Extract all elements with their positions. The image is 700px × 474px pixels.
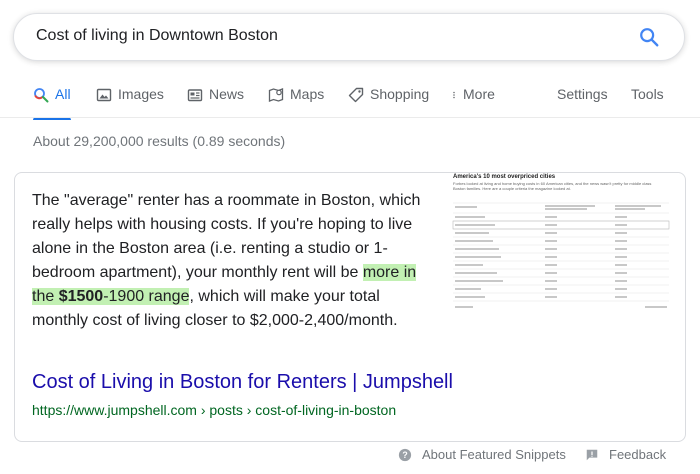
search-input[interactable]: Cost of living in Downtown Boston — [36, 27, 278, 45]
tab-shopping[interactable]: Shopping — [348, 86, 429, 116]
about-label: About Featured Snippets — [422, 447, 566, 462]
search-box[interactable]: Cost of living in Downtown Boston — [13, 13, 685, 61]
result-title-link[interactable]: Cost of Living in Boston for Renters | J… — [32, 371, 453, 394]
tab-images[interactable]: Images — [96, 86, 164, 116]
tag-icon — [348, 87, 364, 103]
thumbnail-table — [452, 202, 670, 308]
feedback-link[interactable]: Feedback — [585, 447, 666, 462]
tab-more[interactable]: More — [452, 86, 495, 116]
snippet-thumbnail[interactable]: America's 10 most overpriced cities Forb… — [447, 173, 679, 313]
tab-label: Images — [118, 86, 164, 102]
highlight-suffix: -1900 range — [103, 288, 190, 305]
help-circle-icon: ? — [398, 448, 412, 461]
highlight-bold: $1500 — [58, 288, 104, 305]
svg-text:?: ? — [402, 450, 407, 460]
tab-label: Settings — [557, 86, 608, 102]
tab-maps[interactable]: Maps — [268, 86, 324, 116]
featured-snippet: The "average" renter has a roommate in B… — [14, 172, 686, 442]
result-stats: About 29,200,000 results (0.89 seconds) — [33, 133, 286, 149]
tab-label: News — [209, 86, 245, 102]
search-icon[interactable] — [638, 26, 660, 48]
search-tabs: All Images News Maps Shopping More Setti… — [0, 80, 700, 120]
about-featured-snippets-link[interactable]: ? About Featured Snippets — [398, 447, 566, 462]
tab-label: Tools — [631, 86, 664, 102]
tabs-divider — [0, 117, 700, 118]
result-url[interactable]: https://www.jumpshell.com › posts › cost… — [32, 402, 396, 418]
tab-tools[interactable]: Tools — [631, 86, 664, 116]
tab-settings[interactable]: Settings — [557, 86, 608, 116]
search-results-page: Cost of living in Downtown Boston All Im… — [0, 0, 700, 474]
tab-label: All — [55, 86, 71, 102]
snippet-text: The "average" renter has a roommate in B… — [32, 189, 428, 333]
snippet-footer: ? About Featured Snippets Feedback — [0, 445, 700, 467]
more-vert-icon — [453, 91, 455, 99]
search-icon — [34, 88, 49, 103]
image-icon — [96, 88, 112, 102]
tab-label: More — [463, 86, 495, 102]
tab-label: Maps — [290, 86, 325, 102]
tab-news[interactable]: News — [187, 86, 244, 116]
map-pin-icon — [268, 88, 284, 102]
feedback-label: Feedback — [609, 447, 667, 462]
feedback-icon — [586, 449, 598, 460]
news-icon — [187, 89, 203, 102]
tab-all[interactable]: All — [33, 86, 71, 120]
tab-label: Shopping — [370, 86, 430, 102]
